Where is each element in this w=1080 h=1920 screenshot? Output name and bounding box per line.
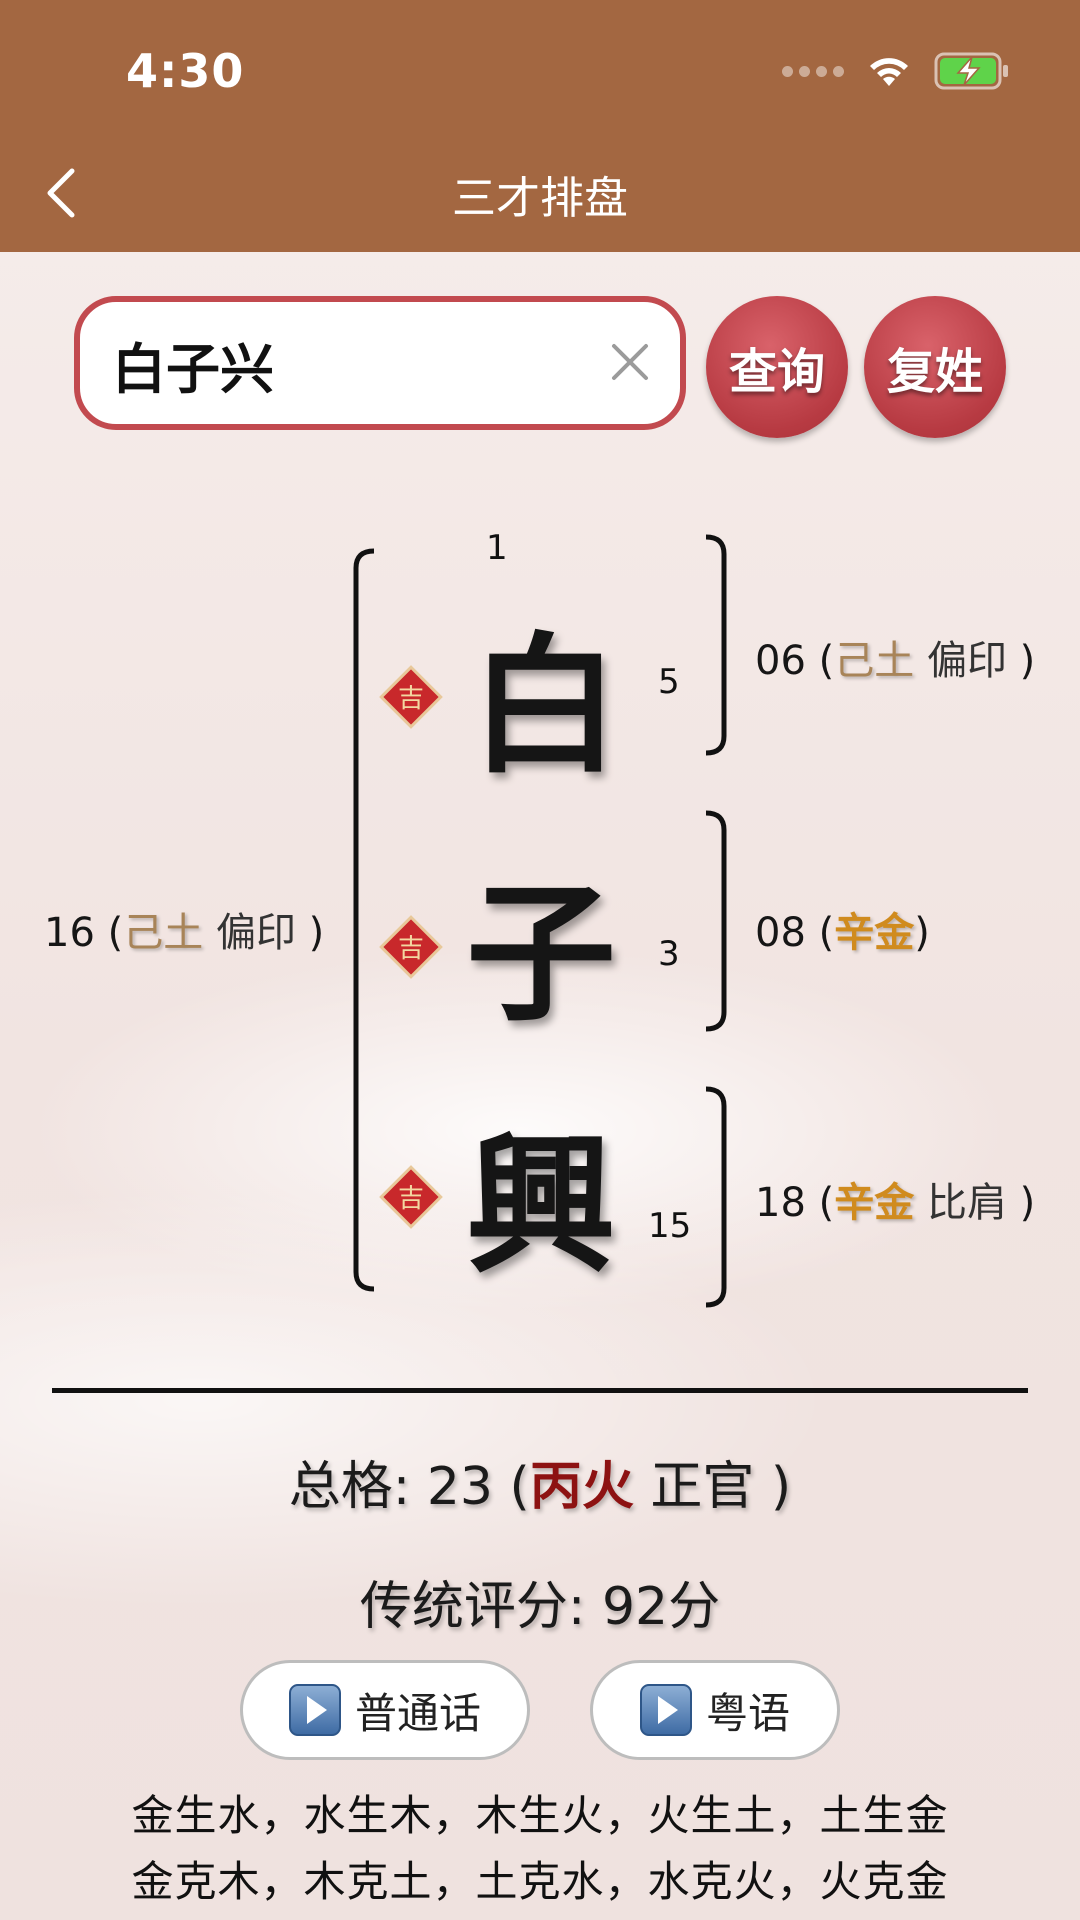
- status-icons: [782, 52, 1010, 90]
- wai-ge-label: 16 (己土 偏印 ): [44, 910, 325, 956]
- right-bracket-di: [705, 1086, 727, 1308]
- di-ge-label: 18 (辛金 比肩 ): [755, 1180, 1036, 1226]
- name-input[interactable]: [110, 318, 594, 410]
- play-icon: [288, 1684, 341, 1736]
- wuxing-rule-overcome: 金克木，木克土，土克水，水克火，火克金: [131, 1857, 949, 1906]
- ren-ge-label: 08 (辛金): [755, 910, 930, 956]
- traditional-score-line: 传统评分: 92分: [359, 1577, 721, 1637]
- wuxing-rule-generate: 金生水，水生木，木生火，火生土，土生金: [131, 1791, 949, 1840]
- play-icon: [639, 1684, 692, 1736]
- total-score-line: 总格: 23 (丙火 正官 ): [288, 1457, 792, 1517]
- auspicious-badge-icon: 吉: [379, 1165, 443, 1229]
- auspicious-badge-icon: 吉: [379, 915, 443, 979]
- page-title: 三才排盘: [452, 173, 628, 224]
- svg-text:吉: 吉: [398, 934, 424, 964]
- compound-surname-button[interactable]: 复姓: [864, 296, 1006, 438]
- top-bar: 4:30 三才排盘: [0, 0, 1080, 252]
- divider: [52, 1388, 1028, 1393]
- svg-text:吉: 吉: [398, 1184, 424, 1214]
- mandarin-play-button[interactable]: 普通话: [240, 1660, 530, 1760]
- status-time: 4:30: [126, 44, 245, 98]
- name-search-box: [74, 296, 686, 430]
- right-bracket-tian: [705, 534, 727, 756]
- name-char-2: 子: [466, 868, 617, 1042]
- query-button[interactable]: 查询: [706, 296, 848, 438]
- right-bracket-ren: [705, 810, 727, 1032]
- cantonese-play-button[interactable]: 粤语: [590, 1660, 840, 1760]
- battery-charging-icon: [934, 52, 1010, 90]
- surname-base-number: 1: [486, 528, 508, 568]
- clear-button[interactable]: [608, 340, 652, 384]
- close-icon: [612, 344, 648, 380]
- name-char-3: 興: [466, 1120, 617, 1294]
- cantonese-label: 粤语: [705, 1688, 790, 1738]
- stroke-count-2: 3: [658, 934, 680, 974]
- stroke-count-3: 15: [648, 1206, 692, 1246]
- auspicious-badge-icon: 吉: [379, 665, 443, 729]
- signal-icon: [782, 65, 844, 77]
- name-char-1: 白: [470, 620, 621, 794]
- tian-ge-label: 06 (己土 偏印 ): [755, 638, 1036, 684]
- stroke-count-1: 5: [658, 662, 680, 702]
- mandarin-label: 普通话: [354, 1688, 481, 1738]
- wifi-icon: [866, 53, 912, 89]
- svg-text:吉: 吉: [398, 684, 424, 714]
